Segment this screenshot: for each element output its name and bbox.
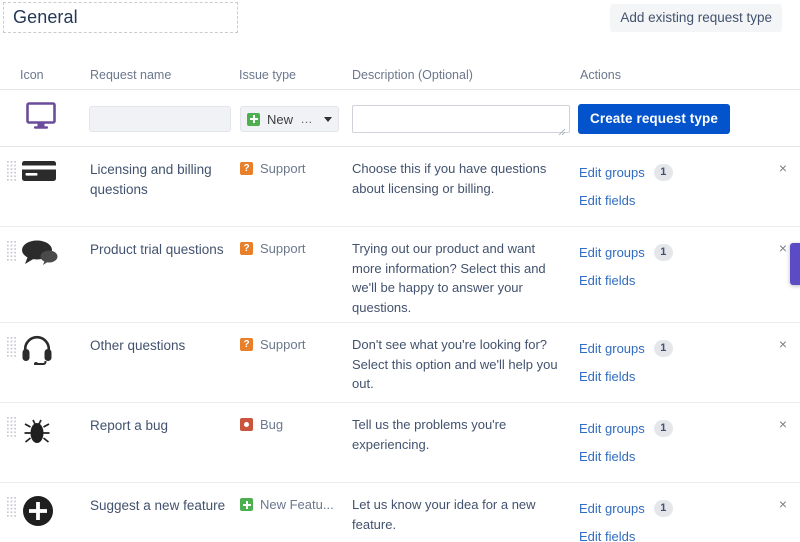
new-feature-issue-type-icon: [240, 498, 253, 511]
edit-groups-row: Edit groups 1: [579, 337, 673, 359]
request-name-label: Report a bug: [90, 416, 230, 436]
issue-type-label: Support: [260, 241, 306, 256]
speech-bubbles-icon[interactable]: [22, 239, 62, 279]
delete-request-type-icon[interactable]: ×: [776, 497, 790, 511]
issue-type-ellipsis: ...: [301, 112, 313, 126]
issue-type-selected-label: New: [267, 112, 293, 127]
edit-fields-row: Edit fields: [579, 269, 673, 291]
create-request-type-button[interactable]: Create request type: [578, 104, 730, 134]
page-title: General: [13, 7, 78, 28]
description-label: Let us know your idea for a new feature.: [352, 495, 564, 534]
request-name-label: Other questions: [90, 336, 230, 356]
issue-type-cell: ? Support: [240, 241, 306, 256]
column-header-icon: Icon: [20, 68, 44, 82]
edit-groups-row: Edit groups 1: [579, 417, 673, 439]
delete-request-type-icon[interactable]: ×: [776, 337, 790, 351]
table-row: Product trial questions ? Support Trying…: [0, 227, 800, 323]
description-input[interactable]: [352, 105, 570, 133]
edit-groups-row: Edit groups 1: [579, 241, 673, 263]
actions-cell: Edit groups 1 Edit fields: [579, 161, 673, 217]
edit-fields-link[interactable]: Edit fields: [579, 193, 635, 208]
edit-groups-row: Edit groups 1: [579, 161, 673, 183]
description-label: Tell us the problems you're experiencing…: [352, 415, 564, 454]
request-name-label: Suggest a new feature: [90, 496, 230, 516]
delete-request-type-icon[interactable]: ×: [776, 241, 790, 255]
monitor-icon[interactable]: [26, 102, 56, 135]
edit-fields-row: Edit fields: [579, 525, 673, 542]
edit-groups-link[interactable]: Edit groups: [579, 341, 645, 356]
support-issue-type-icon: ?: [240, 242, 253, 255]
request-types-table: Icon Request name Issue type Description…: [0, 60, 800, 542]
drag-handle[interactable]: [7, 497, 16, 519]
delete-request-type-icon[interactable]: ×: [776, 161, 790, 175]
table-row: Other questions ? Support Don't see what…: [0, 323, 800, 403]
actions-cell: Edit groups 1 Edit fields: [579, 337, 673, 393]
column-header-issue-type: Issue type: [239, 68, 296, 82]
delete-request-type-icon[interactable]: ×: [776, 417, 790, 431]
edit-groups-link[interactable]: Edit groups: [579, 245, 645, 260]
actions-cell: Edit groups 1 Edit fields: [579, 497, 673, 542]
groups-count-badge: 1: [654, 244, 673, 261]
issue-type-label: Support: [260, 337, 306, 352]
column-header-request-name: Request name: [90, 68, 171, 82]
table-row: Suggest a new feature New Featu... Let u…: [0, 483, 800, 542]
bug-issue-type-icon: [240, 418, 253, 431]
credit-card-icon[interactable]: [22, 159, 62, 199]
actions-cell: Edit groups 1 Edit fields: [579, 417, 673, 473]
drag-handle[interactable]: [7, 241, 16, 263]
table-row: Report a bug Bug Tell us the problems yo…: [0, 403, 800, 483]
drag-handle[interactable]: [7, 417, 16, 439]
issue-type-label: Bug: [260, 417, 283, 432]
table-header-row: Icon Request name Issue type Description…: [0, 60, 800, 90]
description-label: Trying out our product and want more inf…: [352, 239, 564, 317]
edit-groups-link[interactable]: Edit groups: [579, 165, 645, 180]
groups-count-badge: 1: [654, 164, 673, 181]
create-request-type-row: New ... Create request type: [0, 90, 800, 147]
issue-type-cell: ? Support: [240, 161, 306, 176]
edit-fields-link[interactable]: Edit fields: [579, 529, 635, 542]
headset-icon[interactable]: [22, 335, 62, 375]
edit-fields-link[interactable]: Edit fields: [579, 369, 635, 384]
issue-type-cell: New Featu...: [240, 497, 334, 512]
edit-fields-link[interactable]: Edit fields: [579, 449, 635, 464]
page-root: General Add existing request type Icon R…: [0, 0, 800, 542]
drag-handle[interactable]: [7, 337, 16, 359]
description-label: Choose this if you have questions about …: [352, 159, 564, 198]
bug-icon[interactable]: [22, 415, 62, 455]
request-name-label: Licensing and billing questions: [90, 160, 230, 200]
issue-type-label: Support: [260, 161, 306, 176]
chevron-down-icon: [324, 117, 332, 122]
top-bar: General Add existing request type: [0, 0, 800, 55]
edit-groups-link[interactable]: Edit groups: [579, 501, 645, 516]
groups-count-badge: 1: [654, 340, 673, 357]
edit-fields-link[interactable]: Edit fields: [579, 273, 635, 288]
add-existing-request-type-button[interactable]: Add existing request type: [610, 4, 782, 32]
project-title-field[interactable]: General: [3, 2, 238, 33]
groups-count-badge: 1: [654, 500, 673, 517]
edit-groups-row: Edit groups 1: [579, 497, 673, 519]
groups-count-badge: 1: [654, 420, 673, 437]
support-issue-type-icon: ?: [240, 338, 253, 351]
plus-circle-icon[interactable]: [22, 495, 62, 535]
drag-handle[interactable]: [7, 161, 16, 183]
support-issue-type-icon: ?: [240, 162, 253, 175]
description-label: Don't see what you're looking for? Selec…: [352, 335, 564, 394]
edit-groups-link[interactable]: Edit groups: [579, 421, 645, 436]
request-name-label: Product trial questions: [90, 240, 230, 260]
edit-fields-row: Edit fields: [579, 445, 673, 467]
new-issue-type-icon: [247, 113, 260, 126]
column-header-description: Description (Optional): [352, 68, 473, 82]
feedback-side-tab[interactable]: [790, 243, 800, 285]
issue-type-label: New Featu...: [260, 497, 334, 512]
edit-fields-row: Edit fields: [579, 365, 673, 387]
actions-cell: Edit groups 1 Edit fields: [579, 241, 673, 297]
edit-fields-row: Edit fields: [579, 189, 673, 211]
issue-type-cell: Bug: [240, 417, 283, 432]
issue-type-cell: ? Support: [240, 337, 306, 352]
column-header-actions: Actions: [580, 68, 621, 82]
issue-type-select[interactable]: New ...: [240, 106, 339, 132]
request-name-input[interactable]: [89, 106, 231, 132]
table-row: Licensing and billing questions ? Suppor…: [0, 147, 800, 227]
